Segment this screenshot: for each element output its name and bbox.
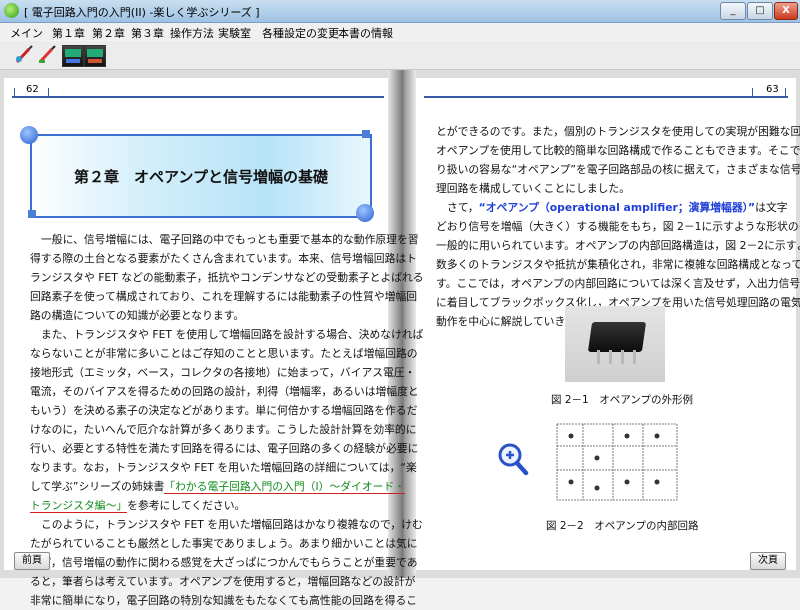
menu-chapter3[interactable]: 第３章 [131,25,164,41]
text-line: ると，筆者らは考えています。オペアンプを使用すると，増幅回路などの設計が [30,575,416,588]
left-header-tick [48,88,49,98]
magnifier-zoom-icon[interactable] [497,442,529,476]
right-page-number: 63 [766,84,779,95]
text-line: 一般的に用いられています。オペアンプの内部回路構造は，図 2－2に示すように， [436,239,800,252]
text-line: このように，トランジスタや FET を用いた増幅回路はかなり複雑なので，けむ [41,518,423,531]
left-page-number: 62 [26,84,39,95]
figure2-caption: 図 2－2 オペアンプの内部回路 [546,520,699,532]
left-page-header-line [12,96,384,98]
text-line: けなのに，たいへんで厄介な計算が多くあります。こうした設計計算を効率的に [30,423,417,436]
menu-chapter1[interactable]: 第１章 [52,25,85,41]
sister-book-link[interactable]: 「わかる電子回路入門の入門（I）～ダイオード・ [164,480,406,494]
text-line: どおり信号を増幅（大きく）する機能をもち，図 2－1に示すような形状のものが [436,220,800,233]
opamp-chip-photo [565,306,665,382]
menu-chapter2[interactable]: 第２章 [92,25,125,41]
sister-book-link-cont[interactable]: トランジスタ編～」 [30,499,128,513]
text-line: して学ぶ”シリーズの姉妹書「わかる電子回路入門の入門（I）～ダイオード・ [30,477,406,496]
text-line: ならないことが非常に多いことはご存知のことと思います。たとえば増幅回路の [30,347,418,360]
decorative-orb [20,126,38,144]
chapter-title: 第２章 オペアンプと信号増幅の基礎 [74,168,328,186]
decorative-orb [356,204,374,222]
menu-bar: メイン 第１章 第２章 第３章 操作方法 実験室 各種設定の変更 本書の情報 [0,23,800,40]
zoom-out-icon[interactable] [62,45,84,67]
window-title: [ 電子回路入門の入門(II) -楽しく学ぶシリーズ ] [24,6,260,19]
text-line: ランジスタや FET などの能動素子，抵抗やコンデンサなどの受動素子とよばれる [30,271,424,284]
opamp-internal-circuit [553,418,681,506]
text-line: す。ここでは，オペアンプの内部回路については深く言及せず，入出力信号のみ [436,277,800,290]
text-segment: は文字 [755,201,788,214]
left-header-tick [14,88,15,98]
text-line: 回路素子を使って構成されており、これを理解するには能動素子の性質や増幅回 [30,290,418,303]
text-line: また、トランジスタや FET を使用して増幅回路を設計する場合、決めなければ [41,328,424,341]
text-line: 得する際の土台となる要素がたくさん含まれています。本来、信号増幅回路はト [30,252,417,265]
chip-leg [621,350,624,364]
right-header-tick [785,88,786,98]
text-line: 路の構造についての知識が必要となります。 [30,309,245,322]
zoom-in-icon[interactable] [84,45,106,67]
text-line: 一般に、信号増幅には、電子回路の中でもっとも重要で基本的な動作原理を習 [41,233,419,246]
menu-about[interactable]: 本書の情報 [338,25,393,41]
decorative-corner [28,210,36,218]
text-line: り扱いの容易な“オペアンプ”を電子回路部品の核に据えて，さまざまな信号処 [436,163,800,176]
marker-tool-icon[interactable] [37,45,57,65]
right-page-body: とができるのです。また，個別のトランジスタを使用しての実現が困難な回路を， オペ… [436,122,800,331]
text-line: 理回路を構成していくことにしました。 [436,182,631,195]
toolbar [0,41,800,70]
opamp-term: “オペアンプ（operational amplifier；演算増幅器）” [478,201,756,214]
text-segment: を参考にしてください。 [127,499,246,512]
text-segment: して学ぶ”シリーズの姉妹書 [30,480,165,493]
text-line: 接地形式（エミッタ，ベース，コレクタの各接地）に始まって，バイアス電圧・ [30,366,416,379]
left-page-body: 一般に、信号増幅には、電子回路の中でもっとも重要で基本的な動作原理を習 得する際… [30,230,424,610]
text-line: 電流，そのバイアスを得るための回路の設計，利得（増幅率，あるいは増幅度と [30,385,419,398]
close-button[interactable]: X [774,2,798,20]
book-spine [388,70,416,578]
menu-operation[interactable]: 操作方法 [170,25,214,41]
text-line: 行い、必要とする特性を満たす回路を得るには、電子回路の多くの経験が必要に [30,442,419,455]
right-header-tick [752,88,753,98]
text-line: 数多くのトランジスタや抵抗が集積化され，非常に複雑な回路構成となっていま [436,258,800,271]
title-bar: [ 電子回路入門の入門(II) -楽しく学ぶシリーズ ] _ □ X [0,0,800,23]
text-line: とができるのです。また，個別のトランジスタを使用しての実現が困難な回路を， [436,125,800,138]
chapter-title-box: 第２章 オペアンプと信号増幅の基礎 [30,134,372,218]
chip-body [587,322,647,352]
maximize-button[interactable]: □ [747,2,773,20]
minimize-button[interactable]: _ [720,2,746,20]
text-line: 非常に簡単になり，電子回路の特別な知識をもたなくても高性能の回路を得るこ [30,594,418,607]
decorative-corner [362,130,370,138]
text-line: さて，“オペアンプ（operational amplifier；演算増幅器）”は… [436,198,788,217]
next-page-button[interactable]: 次頁 [750,552,786,570]
menu-lab[interactable]: 実験室 [218,25,251,41]
chip-leg [633,350,636,364]
right-page-header-line [424,96,788,98]
figure1-caption: 図 2－1 オペアンプの外形例 [551,394,693,406]
text-line: トランジスタ編～」を参考にしてください。 [30,496,375,515]
app-icon [4,3,19,18]
text-line: オペアンプを使用して比較的簡単な回路構成で作ることもできます。そこで，取 [436,144,800,157]
text-line: なります。なお，トランジスタや FET を用いた増幅回路の詳細については，“楽 [30,461,417,474]
menu-settings[interactable]: 各種設定の変更 [262,25,339,41]
text-segment: さて， [447,201,479,214]
prev-page-button[interactable]: 前頁 [14,552,50,570]
menu-main[interactable]: メイン [10,25,43,41]
text-line: もいう）を決める素子の決定などがあります。単に何倍かする増幅回路を作るだ [30,404,418,417]
chip-leg [609,350,612,364]
text-line: せず，信号増幅の動作に関わる感覚を大ざっぱにつかんでもらうことが重要であ [30,556,418,569]
text-line: たがられていることも厳然とした事実でありましょう。あまり細かいことは気に [30,537,418,550]
chip-leg [597,350,600,364]
pen-tool-icon[interactable] [14,45,34,65]
